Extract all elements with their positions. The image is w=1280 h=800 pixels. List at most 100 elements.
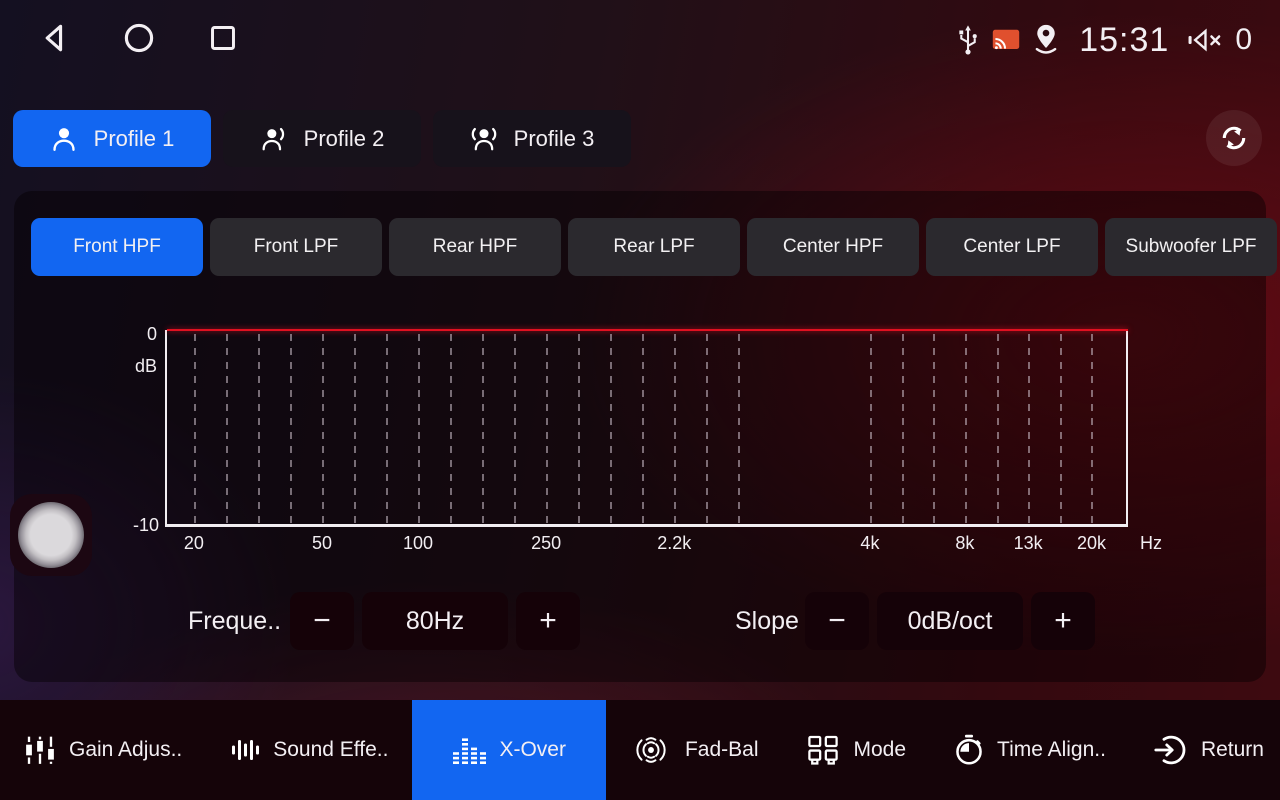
tab-label: Rear HPF xyxy=(433,236,517,258)
user-icon xyxy=(50,125,78,153)
tab-center-hpf[interactable]: Center HPF xyxy=(747,218,919,276)
cast-icon xyxy=(991,28,1021,52)
chart-gridline xyxy=(354,334,356,524)
profile-tab-3[interactable]: Profile 3 xyxy=(433,110,631,167)
location-icon xyxy=(1031,23,1061,57)
x-tick-label: 20 xyxy=(184,533,204,554)
nav-item-return[interactable]: Return xyxy=(1130,700,1280,800)
profile-tab-2[interactable]: Profile 2 xyxy=(223,110,421,167)
home-button[interactable] xyxy=(120,18,158,58)
recents-button[interactable] xyxy=(204,18,242,58)
status-bar-right: 15:31 0 xyxy=(955,14,1252,66)
android-nav-buttons xyxy=(36,18,242,58)
sound-effect-bars-icon xyxy=(230,734,260,766)
user-2-icon xyxy=(260,125,288,153)
back-button[interactable] xyxy=(36,18,74,58)
chart-gridline xyxy=(386,334,388,524)
chart-gridline xyxy=(1028,334,1030,524)
x-tick-label: 8k xyxy=(955,533,974,554)
nav-label: Fad-Bal xyxy=(685,738,759,762)
back-icon xyxy=(37,19,73,57)
chart-gridline xyxy=(578,334,580,524)
profile-tab-1[interactable]: Profile 1 xyxy=(13,110,211,167)
tab-center-lpf[interactable]: Center LPF xyxy=(926,218,1098,276)
y-axis-min-label: -10 xyxy=(133,515,159,536)
mode-grid-icon xyxy=(806,733,840,767)
tab-rear-lpf[interactable]: Rear LPF xyxy=(568,218,740,276)
profile-label: Profile 1 xyxy=(94,126,175,152)
frequency-plus-button[interactable]: + xyxy=(516,592,580,650)
filter-tabs: Front HPF Front LPF Rear HPF Rear LPF Ce… xyxy=(31,218,1277,276)
chart-gridline xyxy=(965,334,967,524)
chart-gridline xyxy=(738,334,740,524)
volume-muted-icon xyxy=(1185,25,1225,55)
home-icon xyxy=(121,19,157,57)
chart-gridline xyxy=(933,334,935,524)
nav-label: Return xyxy=(1201,738,1264,762)
nav-label: Gain Adjus.. xyxy=(69,738,182,762)
tab-front-hpf[interactable]: Front HPF xyxy=(31,218,203,276)
response-curve-0db xyxy=(167,329,1128,331)
chart-gridline xyxy=(1060,334,1062,524)
chart-gridline xyxy=(997,334,999,524)
x-tick-label: 4k xyxy=(860,533,879,554)
chart-gridline xyxy=(418,334,420,524)
tab-label: Rear LPF xyxy=(613,236,694,258)
profile-tabs: Profile 1 Profile 2 Profile 3 xyxy=(13,110,631,167)
minus-icon: − xyxy=(313,604,331,638)
return-arrow-icon xyxy=(1154,733,1188,767)
slope-label: Slope xyxy=(735,592,799,650)
user-3-icon xyxy=(470,125,498,153)
chart-gridline xyxy=(546,334,548,524)
refresh-button[interactable] xyxy=(1206,110,1262,166)
y-axis-unit-label: dB xyxy=(135,356,157,377)
frequency-value: 80Hz xyxy=(362,592,508,650)
nav-label: Time Align.. xyxy=(997,738,1106,762)
chart-gridline xyxy=(226,334,228,524)
chart-gridline xyxy=(674,334,676,524)
x-tick-label: 50 xyxy=(312,533,332,554)
chart-gridline xyxy=(1091,334,1093,524)
chart-gridline xyxy=(514,334,516,524)
nav-item-gain-adjust[interactable]: Gain Adjus.. xyxy=(0,700,206,800)
chart-gridline xyxy=(902,334,904,524)
frequency-response-chart: 0 dB -10 Hz 20501002502.2k4k8k13k20k xyxy=(165,330,1128,527)
bottom-nav: Gain Adjus.. Sound Effe.. xyxy=(0,700,1280,800)
x-tick-label: 100 xyxy=(403,533,433,554)
nav-item-fad-bal[interactable]: Fad-Bal xyxy=(606,700,783,800)
chart-gridline xyxy=(642,334,644,524)
slope-minus-button[interactable]: − xyxy=(805,592,869,650)
chart-gridline xyxy=(706,334,708,524)
tab-label: Front HPF xyxy=(73,236,161,258)
fader-balance-icon xyxy=(630,734,672,766)
chart-gridline xyxy=(610,334,612,524)
frequency-minus-button[interactable]: − xyxy=(290,592,354,650)
gain-sliders-icon xyxy=(24,734,56,766)
plus-icon: + xyxy=(539,604,557,638)
nav-item-sound-effect[interactable]: Sound Effe.. xyxy=(206,700,412,800)
tab-subwoofer-lpf[interactable]: Subwoofer LPF xyxy=(1105,218,1277,276)
chart-gridline xyxy=(322,334,324,524)
tab-label: Subwoofer LPF xyxy=(1126,236,1257,258)
nav-label: Sound Effe.. xyxy=(273,738,388,762)
y-axis-max-label: 0 xyxy=(147,324,157,345)
chart-gridline xyxy=(870,334,872,524)
nav-label: X-Over xyxy=(499,738,566,762)
chart-gridline xyxy=(482,334,484,524)
nav-item-xover[interactable]: X-Over xyxy=(412,700,606,800)
profile-label: Profile 2 xyxy=(304,126,385,152)
x-tick-label: 2.2k xyxy=(657,533,691,554)
nav-item-mode[interactable]: Mode xyxy=(782,700,930,800)
tab-label: Center LPF xyxy=(963,236,1060,258)
recents-icon xyxy=(206,20,240,56)
tab-front-lpf[interactable]: Front LPF xyxy=(210,218,382,276)
usb-icon xyxy=(955,23,981,57)
chart-gridline xyxy=(258,334,260,524)
volume-knob-button[interactable] xyxy=(10,494,92,576)
slope-plus-button[interactable]: + xyxy=(1031,592,1095,650)
tab-rear-hpf[interactable]: Rear HPF xyxy=(389,218,561,276)
x-tick-label: 250 xyxy=(531,533,561,554)
nav-item-time-align[interactable]: Time Align.. xyxy=(930,700,1130,800)
tab-label: Center HPF xyxy=(783,236,883,258)
chart-gridline xyxy=(450,334,452,524)
